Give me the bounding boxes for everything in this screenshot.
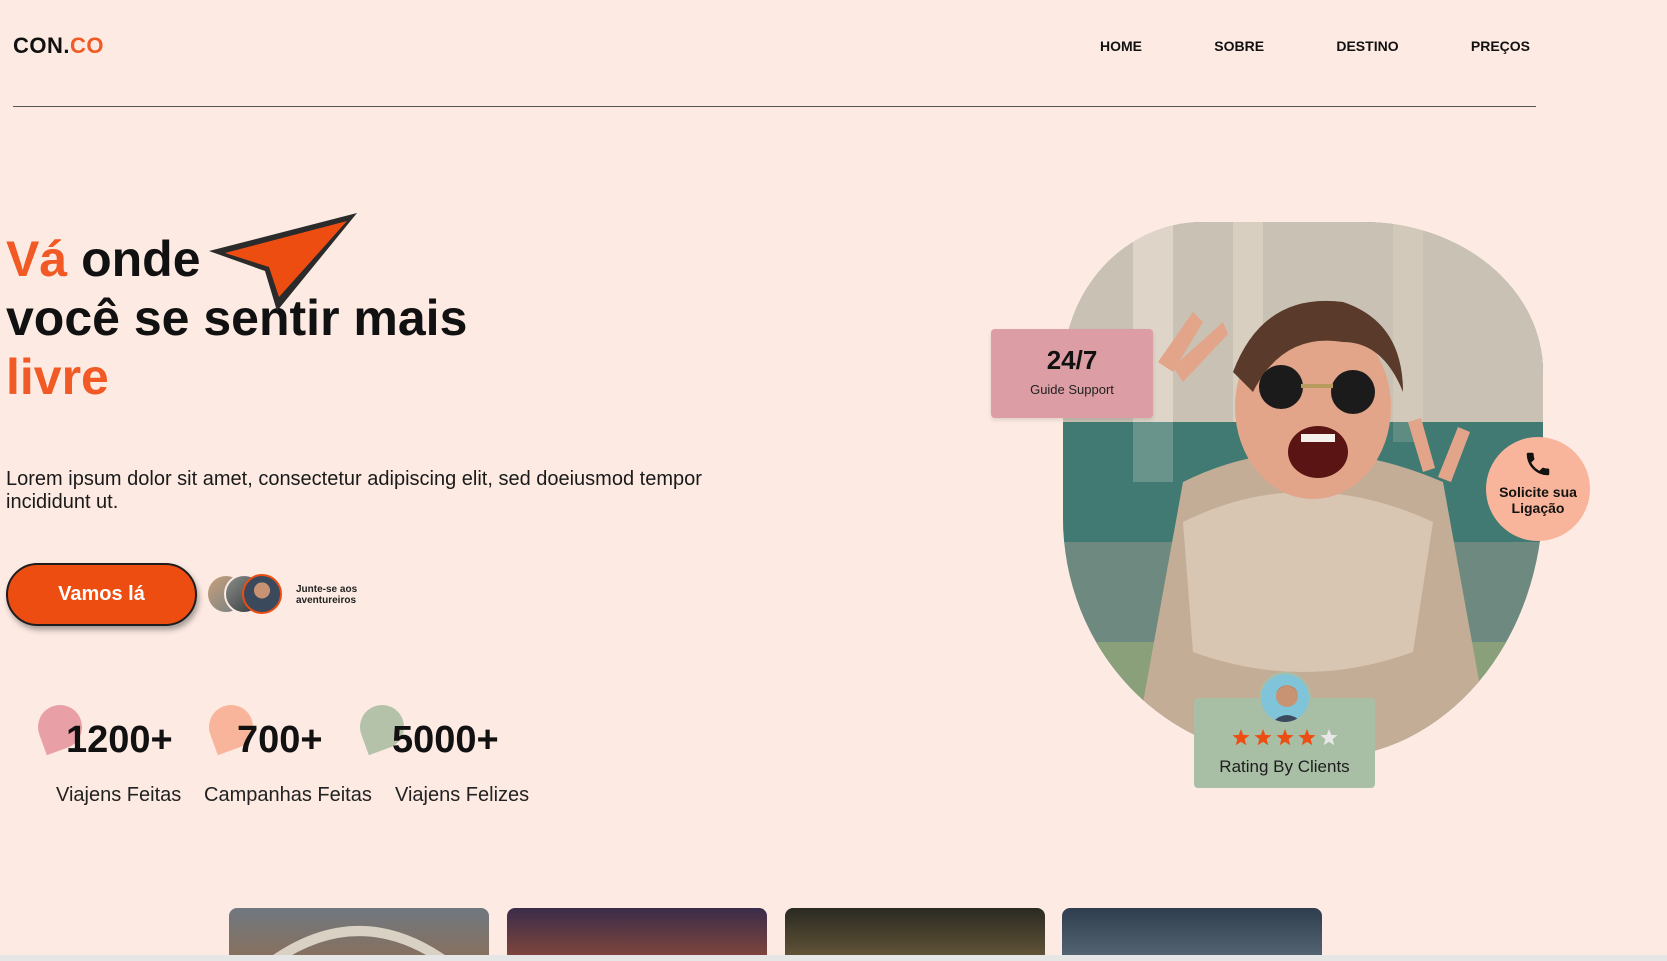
header-divider [13,106,1536,107]
rating-label: Rating By Clients [1219,757,1350,776]
star-filled-icon [1253,729,1272,746]
support-big: 24/7 [1046,345,1098,375]
bridge-image [266,926,452,961]
vamos-la-button[interactable]: Vamos lá [6,563,197,626]
hero-title-part-1: onde [67,231,201,287]
request-call-label: Solicite sua Ligação [1486,484,1590,516]
stat-value: 1200+ [66,719,173,761]
destination-thumb[interactable] [785,908,1045,961]
hero-photo-illustration [1063,222,1543,758]
stat-value: 700+ [237,719,323,761]
request-call-text: Solicite sua Ligação [1499,484,1577,516]
stat-value: 5000+ [392,719,499,761]
hero-description: Lorem ipsum dolor sit amet, consectetur … [6,468,702,513]
logo-main: CON. [13,33,70,58]
stat-label: Viajens Feitas [56,784,182,806]
logo-accent: CO [70,33,104,58]
support-small: Guide Support [1030,382,1114,397]
request-call-button[interactable]: Solicite sua Ligação [1486,437,1590,541]
star-filled-icon [1231,729,1250,746]
horizontal-scrollbar[interactable] [0,955,1667,961]
stat-label: Viajens Felizes [395,784,530,806]
rating-avatar [1259,672,1311,724]
nav-destino[interactable]: DESTINO [1336,38,1398,54]
destination-thumbnails [229,908,1322,961]
nav-precos[interactable]: PREÇOS [1471,38,1530,54]
hero-title-accent: Vá [6,231,68,287]
nav-home[interactable]: HOME [1100,38,1142,54]
join-text: Junte-se aos aventureiros [296,584,362,606]
destination-thumb[interactable] [1062,908,1322,961]
phone-icon [1526,452,1550,476]
destination-thumb[interactable] [507,908,767,961]
star-empty-icon [1319,729,1338,746]
paper-plane-icon [209,213,357,311]
hero-photo [1063,222,1543,758]
main-nav: HOME SOBRE DESTINO PREÇOS [1100,38,1530,54]
avatar [242,574,282,614]
star-filled-icon [1275,729,1294,746]
guide-support-card: 24/7 Guide Support [991,329,1153,418]
logo[interactable]: CON.CO [13,33,104,59]
star-filled-icon [1297,729,1316,746]
adventurers-avatars [206,574,286,616]
rating-stars [1231,729,1338,746]
join-text-label: Junte-se aos aventureiros [296,584,358,606]
destination-thumb[interactable] [229,908,489,961]
hero-title-accent-2: livre [6,349,109,405]
nav-sobre[interactable]: SOBRE [1214,38,1264,54]
stat-label: Campanhas Feitas [204,784,372,806]
